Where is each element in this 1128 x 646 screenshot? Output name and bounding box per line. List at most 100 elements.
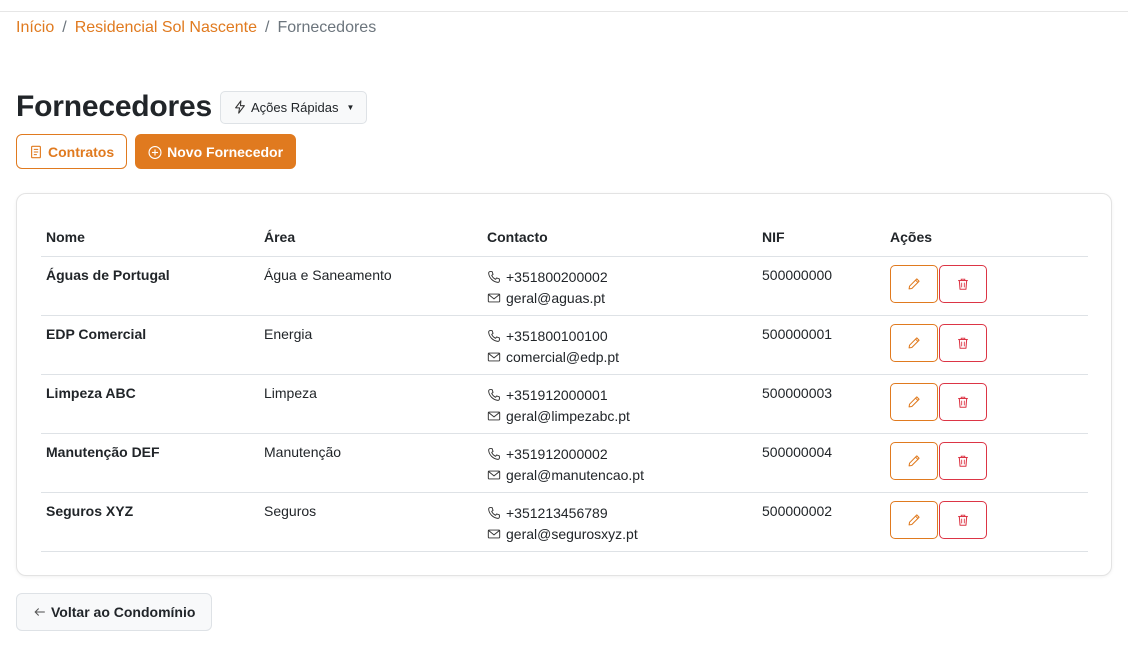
- breadcrumb-home-link[interactable]: Início: [16, 19, 54, 37]
- suppliers-table: Nome Área Contacto NIF Ações Águas de Po…: [41, 218, 1088, 552]
- contact-phone: +351800200002: [487, 267, 752, 288]
- envelope-icon: [487, 350, 501, 364]
- table-row: EDP Comercial Energia +351800100100 come…: [41, 315, 1088, 375]
- back-to-condo-button[interactable]: Voltar ao Condomínio: [16, 593, 213, 631]
- supplier-contact: +351800100100 comercial@edp.pt: [482, 315, 757, 375]
- supplier-name: Águas de Portugal: [41, 256, 259, 316]
- pencil-icon: [907, 513, 921, 527]
- supplier-nif: 500000001: [757, 315, 885, 375]
- contact-phone: +351912000001: [487, 385, 752, 406]
- phone-icon: [487, 447, 501, 461]
- edit-button[interactable]: [890, 500, 938, 539]
- pencil-icon: [907, 336, 921, 350]
- breadcrumb: Início / Residencial Sol Nascente / Forn…: [16, 19, 376, 37]
- pencil-icon: [907, 395, 921, 409]
- quick-actions-dropdown[interactable]: Ações Rápidas ▼: [220, 90, 368, 124]
- supplier-contact: +351800200002 geral@aguas.pt: [482, 256, 757, 316]
- envelope-icon: [487, 527, 501, 541]
- supplier-area: Energia: [259, 315, 482, 375]
- contact-email: geral@aguas.pt: [487, 288, 752, 309]
- email-address: comercial@edp.pt: [506, 348, 620, 365]
- new-supplier-label: Novo Fornecedor: [167, 143, 284, 160]
- document-icon: [29, 145, 43, 159]
- supplier-name: EDP Comercial: [41, 315, 259, 375]
- table-row: Manutenção DEF Manutenção +351912000002 …: [41, 433, 1088, 493]
- toolbar: Contratos Novo Fornecedor: [16, 134, 297, 169]
- breadcrumb-condo-link[interactable]: Residencial Sol Nascente: [75, 19, 257, 37]
- column-header-actions: Ações: [885, 218, 1088, 257]
- email-address: geral@limpezabc.pt: [506, 407, 630, 424]
- table-row: Seguros XYZ Seguros +351213456789 geral@…: [41, 492, 1088, 552]
- action-buttons: [890, 382, 1083, 421]
- phone-number: +351213456789: [506, 504, 608, 521]
- supplier-area: Limpeza: [259, 374, 482, 434]
- edit-button[interactable]: [890, 323, 938, 362]
- supplier-contact: +351912000001 geral@limpezabc.pt: [482, 374, 757, 434]
- plus-circle-icon: [148, 145, 162, 159]
- delete-button[interactable]: [939, 441, 987, 480]
- supplier-area: Manutenção: [259, 433, 482, 493]
- supplier-nif: 500000004: [757, 433, 885, 493]
- phone-icon: [487, 506, 501, 520]
- pencil-icon: [907, 277, 921, 291]
- supplier-actions: [885, 315, 1088, 375]
- delete-button[interactable]: [939, 264, 987, 303]
- email-address: geral@aguas.pt: [506, 289, 606, 306]
- lightning-icon: [233, 100, 247, 114]
- contact-email: geral@limpezabc.pt: [487, 406, 752, 427]
- envelope-icon: [487, 468, 501, 482]
- edit-button[interactable]: [890, 264, 938, 303]
- contact-email: geral@manutencao.pt: [487, 465, 752, 486]
- new-supplier-button[interactable]: Novo Fornecedor: [135, 134, 297, 169]
- phone-number: +351912000002: [506, 445, 608, 462]
- column-header-name: Nome: [41, 218, 259, 257]
- supplier-actions: [885, 433, 1088, 493]
- title-row: Fornecedores Ações Rápidas ▼: [16, 90, 368, 124]
- supplier-actions: [885, 256, 1088, 316]
- supplier-nif: 500000002: [757, 492, 885, 552]
- envelope-icon: [487, 409, 501, 423]
- column-header-contact: Contacto: [482, 218, 757, 257]
- phone-icon: [487, 270, 501, 284]
- trash-icon: [956, 454, 970, 468]
- email-address: geral@manutencao.pt: [506, 466, 644, 483]
- delete-button[interactable]: [939, 500, 987, 539]
- supplier-contact: +351213456789 geral@segurosxyz.pt: [482, 492, 757, 552]
- delete-button[interactable]: [939, 323, 987, 362]
- contact-phone: +351213456789: [487, 503, 752, 524]
- table-header-row: Nome Área Contacto NIF Ações: [41, 218, 1088, 257]
- action-buttons: [890, 264, 1083, 303]
- supplier-name: Limpeza ABC: [41, 374, 259, 434]
- phone-number: +351800100100: [506, 327, 608, 344]
- breadcrumb-separator: /: [265, 19, 270, 36]
- quick-actions-label: Ações Rápidas: [251, 99, 339, 115]
- page-title: Fornecedores: [16, 90, 212, 123]
- suppliers-card: Nome Área Contacto NIF Ações Águas de Po…: [16, 193, 1112, 576]
- breadcrumb-separator: /: [62, 19, 67, 36]
- supplier-nif: 500000000: [757, 256, 885, 316]
- supplier-name: Manutenção DEF: [41, 433, 259, 493]
- trash-icon: [956, 336, 970, 350]
- trash-icon: [956, 277, 970, 291]
- edit-button[interactable]: [890, 382, 938, 421]
- breadcrumb-current: Fornecedores: [277, 19, 377, 36]
- supplier-area: Seguros: [259, 492, 482, 552]
- supplier-area: Água e Saneamento: [259, 256, 482, 316]
- action-buttons: [890, 323, 1083, 362]
- contact-email: geral@segurosxyz.pt: [487, 524, 752, 545]
- top-bar: [0, 0, 1128, 12]
- phone-icon: [487, 329, 501, 343]
- column-header-nif: NIF: [757, 218, 885, 257]
- action-buttons: [890, 441, 1083, 480]
- delete-button[interactable]: [939, 382, 987, 421]
- supplier-contact: +351912000002 geral@manutencao.pt: [482, 433, 757, 493]
- edit-button[interactable]: [890, 441, 938, 480]
- supplier-name: Seguros XYZ: [41, 492, 259, 552]
- column-header-area: Área: [259, 218, 482, 257]
- phone-number: +351800200002: [506, 268, 608, 285]
- contracts-button[interactable]: Contratos: [16, 134, 128, 169]
- table-row: Águas de Portugal Água e Saneamento +351…: [41, 256, 1088, 316]
- supplier-actions: [885, 492, 1088, 552]
- pencil-icon: [907, 454, 921, 468]
- action-buttons: [890, 500, 1083, 539]
